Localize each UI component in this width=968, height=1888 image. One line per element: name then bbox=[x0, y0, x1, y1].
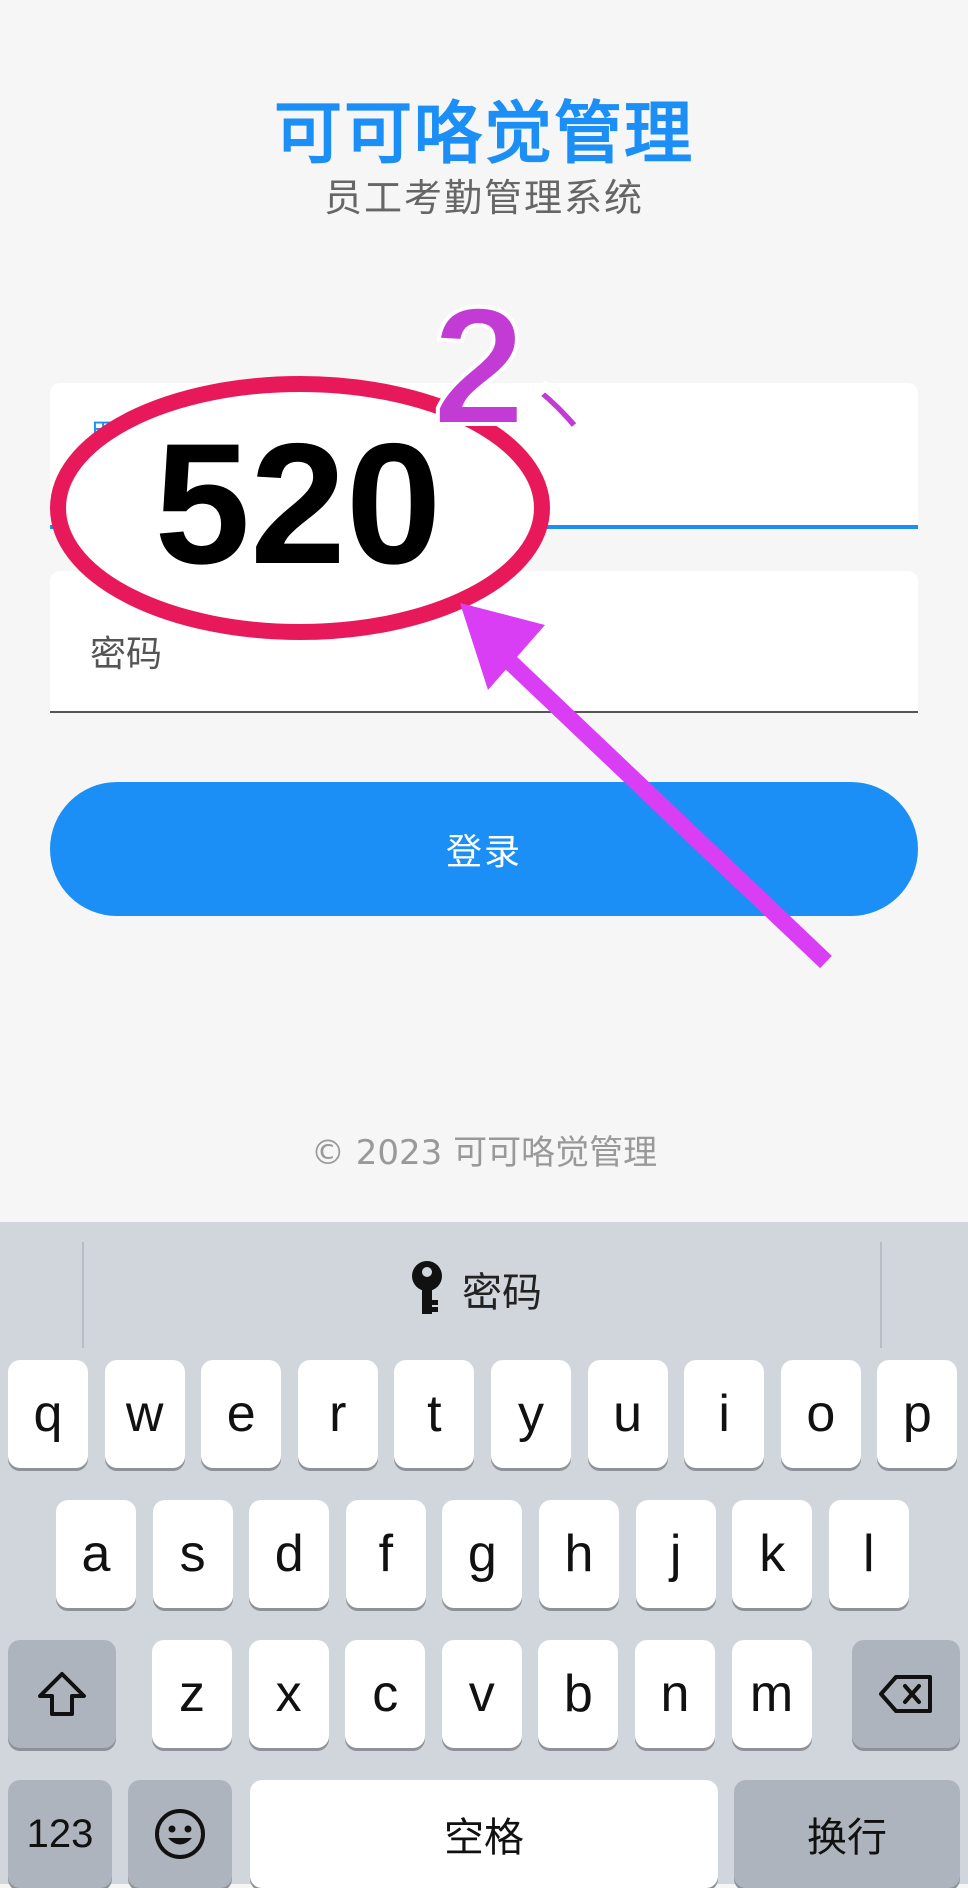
shift-icon bbox=[38, 1672, 86, 1716]
emoji-icon bbox=[155, 1809, 205, 1859]
key-j[interactable]: j bbox=[635, 1500, 716, 1608]
key-w[interactable]: w bbox=[104, 1360, 185, 1468]
key-d[interactable]: d bbox=[249, 1500, 330, 1608]
delete-icon bbox=[879, 1675, 932, 1713]
key-v[interactable]: v bbox=[441, 1640, 522, 1748]
key-p[interactable]: p bbox=[877, 1360, 958, 1468]
key-h[interactable]: h bbox=[539, 1500, 619, 1608]
numbers-key[interactable]: 123 bbox=[8, 1780, 112, 1888]
key-x[interactable]: x bbox=[248, 1640, 329, 1748]
key-q[interactable]: q bbox=[8, 1360, 88, 1468]
password-suggestion[interactable]: 密码 bbox=[410, 1260, 542, 1318]
keyboard: 密码 q w e r t y u i o p a s d f g h j k l z x c v b n m 123 空格 换行 bbox=[0, 1222, 968, 1888]
key-m[interactable]: m bbox=[731, 1640, 812, 1748]
key-l[interactable]: l bbox=[828, 1500, 909, 1608]
key-z[interactable]: z bbox=[152, 1640, 232, 1748]
key-c[interactable]: c bbox=[345, 1640, 426, 1748]
annotation-step-label: 2、 bbox=[430, 272, 695, 460]
key-t[interactable]: t bbox=[394, 1360, 475, 1468]
password-suggestion-label: 密码 bbox=[462, 1270, 542, 1316]
key-icon bbox=[412, 1261, 442, 1314]
annotation-number: 520 bbox=[154, 408, 442, 600]
key-k[interactable]: k bbox=[732, 1500, 813, 1608]
annotation-arrow-shaft bbox=[502, 653, 832, 969]
key-s[interactable]: s bbox=[152, 1500, 233, 1608]
shift-key[interactable] bbox=[8, 1640, 116, 1748]
key-g[interactable]: g bbox=[442, 1500, 523, 1608]
suggestion-bar: 密码 bbox=[0, 1222, 968, 1356]
key-a[interactable]: a bbox=[56, 1500, 136, 1608]
key-i[interactable]: i bbox=[684, 1360, 765, 1468]
key-n[interactable]: n bbox=[635, 1640, 715, 1748]
key-o[interactable]: o bbox=[780, 1360, 861, 1468]
emoji-key[interactable] bbox=[128, 1780, 232, 1888]
key-e[interactable]: e bbox=[201, 1360, 282, 1468]
key-f[interactable]: f bbox=[345, 1500, 426, 1608]
key-u[interactable]: u bbox=[587, 1360, 668, 1468]
suggestion-divider bbox=[82, 1242, 84, 1348]
space-key[interactable]: 空格 bbox=[250, 1780, 718, 1888]
key-b[interactable]: b bbox=[538, 1640, 619, 1748]
suggestion-divider bbox=[880, 1242, 882, 1348]
delete-key[interactable] bbox=[852, 1640, 960, 1748]
key-y[interactable]: y bbox=[491, 1360, 571, 1468]
return-key[interactable]: 换行 bbox=[734, 1780, 960, 1888]
key-r[interactable]: r bbox=[297, 1360, 378, 1468]
